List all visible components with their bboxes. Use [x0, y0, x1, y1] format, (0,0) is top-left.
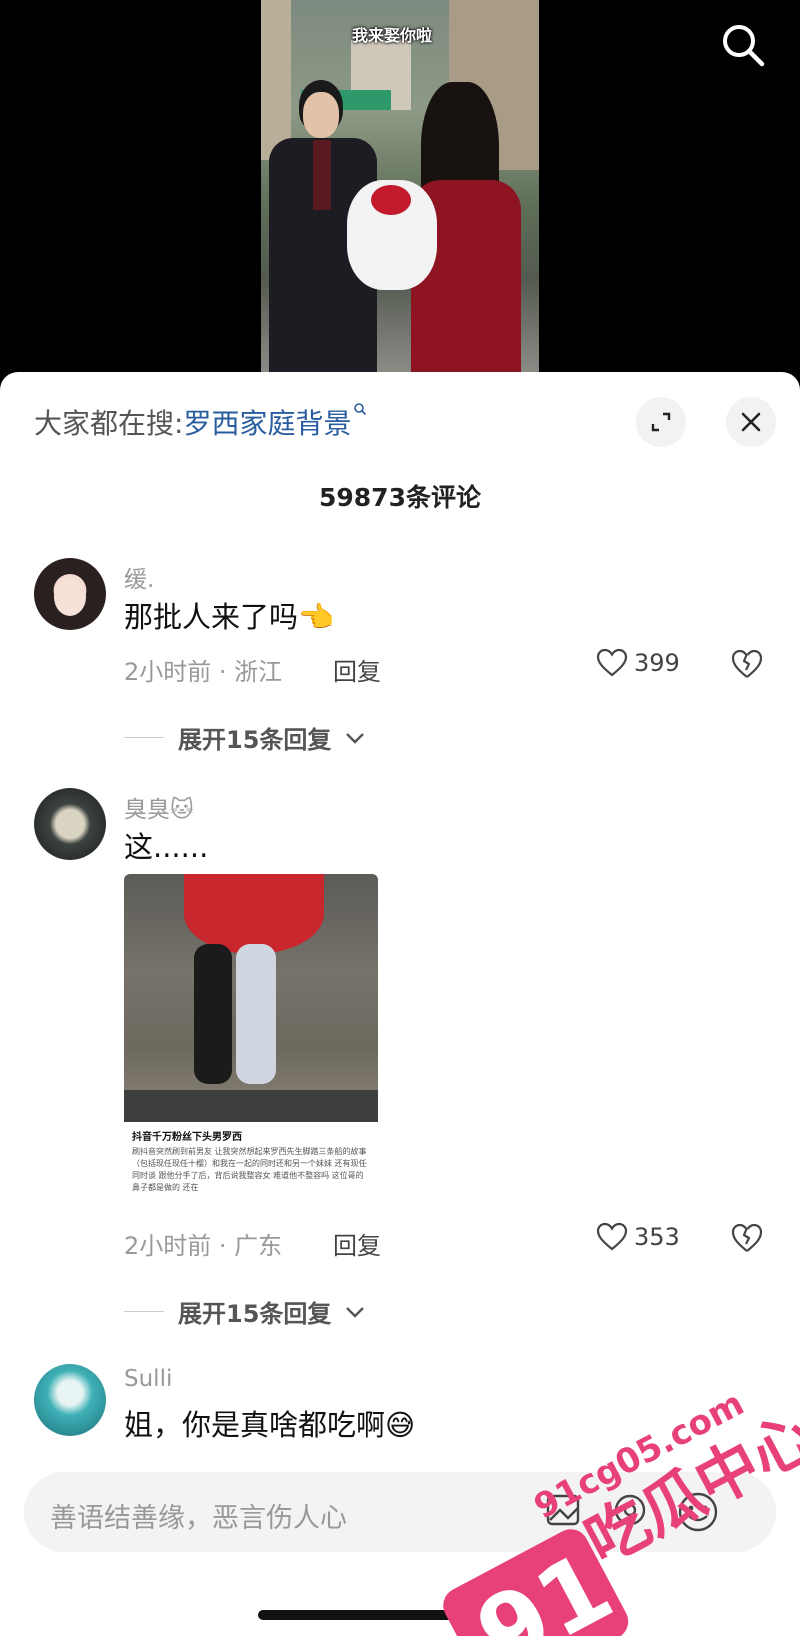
search-suggestion-label: 大家都在搜: [34, 407, 184, 440]
sheet-header: 大家都在搜:罗西家庭背景 [0, 372, 800, 447]
comment-text: 这...... [124, 830, 209, 864]
comment-text: 姐，你是真啥都吃啊😅 [124, 1408, 416, 1442]
attached-caption-body: 刷抖音突然刷到前男友 让我突然想起来罗西先生脚踏三条船的故事（包括现任现任十樱）… [132, 1147, 367, 1192]
expand-icon [651, 412, 671, 432]
like-count: 353 [634, 1223, 680, 1251]
like-button[interactable]: 353 [596, 1222, 680, 1252]
search-small-icon [354, 403, 367, 416]
comment-text: 那批人来了吗👈 [124, 600, 335, 634]
broken-heart-icon [731, 649, 763, 678]
video-player[interactable]: 我来娶你啦 [0, 0, 800, 372]
chevron-down-icon [346, 732, 365, 744]
search-icon [723, 25, 765, 67]
heart-icon [596, 648, 628, 677]
video-caption: 我来娶你啦 [352, 26, 433, 45]
expand-replies-label: 展开15条回复 [178, 1300, 332, 1328]
fullscreen-button[interactable] [636, 397, 686, 447]
comment-input-placeholder: 善语结善缘，恶言伤人心 [50, 1503, 347, 1534]
search-suggestion-keyword[interactable]: 罗西家庭背景 [183, 407, 351, 440]
watermark-logo: 91 91cg05.com 吃瓜中心 [443, 1384, 800, 1636]
divider-line [124, 737, 164, 738]
dislike-button[interactable] [730, 648, 764, 684]
close-icon [741, 412, 761, 432]
comment-time: 2小时前 · 浙江 [124, 658, 283, 686]
comment-image[interactable]: 抖音千万粉丝下头男罗西 刷抖音突然刷到前男友 让我突然想起来罗西先生脚踏三条船的… [124, 874, 378, 1214]
expand-replies-label: 展开15条回复 [178, 726, 332, 754]
avatar[interactable] [34, 1364, 106, 1436]
search-suggestion[interactable]: 大家都在搜:罗西家庭背景 [34, 402, 367, 442]
attached-photo [124, 874, 378, 1122]
comment-username[interactable]: 臭臭🐱 [124, 790, 194, 824]
avatar[interactable] [34, 788, 106, 860]
heart-icon [596, 1222, 628, 1251]
reply-button[interactable]: 回复 [333, 652, 381, 687]
attached-caption-title: 抖音千万粉丝下头男罗西 [132, 1132, 242, 1143]
avatar[interactable] [34, 558, 106, 630]
comment-time: 2小时前 · 广东 [124, 1232, 283, 1260]
comment-count: 59873条评论 [319, 483, 481, 512]
expand-replies-button[interactable]: 展开15条回复 [124, 720, 365, 755]
dislike-button[interactable] [730, 1222, 764, 1258]
search-button[interactable] [718, 20, 768, 70]
comment-username[interactable]: Sulli [124, 1366, 172, 1392]
like-count: 399 [634, 649, 680, 677]
expand-replies-button[interactable]: 展开15条回复 [124, 1294, 365, 1329]
chevron-down-icon [346, 1306, 365, 1318]
comment-username[interactable]: 缓. [124, 560, 154, 594]
video-frame[interactable] [261, 0, 539, 372]
close-button[interactable] [726, 397, 776, 447]
reply-button[interactable]: 回复 [333, 1226, 381, 1261]
divider-line [124, 1311, 164, 1312]
like-button[interactable]: 399 [596, 648, 680, 678]
attached-caption: 抖音千万粉丝下头男罗西 刷抖音突然刷到前男友 让我突然想起来罗西先生脚踏三条船的… [124, 1122, 378, 1214]
broken-heart-icon [731, 1223, 763, 1252]
